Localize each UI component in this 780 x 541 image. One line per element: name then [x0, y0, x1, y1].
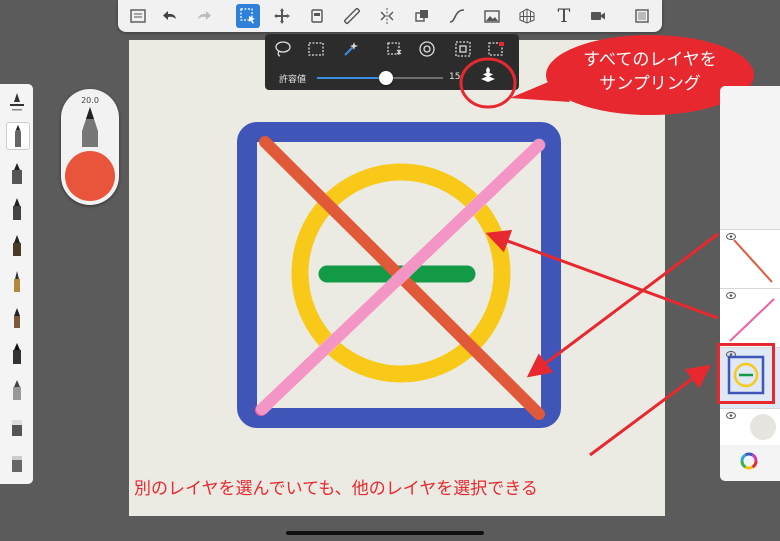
bottom-caption: 別のレイヤを選んでいても、他のレイヤを選択できる: [134, 479, 538, 499]
annotation-arrows: [485, 229, 719, 457]
arrow-to-diagonal: [526, 232, 719, 378]
arrow-to-layer: [589, 364, 712, 457]
home-indicator[interactable]: [286, 531, 484, 535]
arrow-to-circle: [485, 229, 719, 320]
